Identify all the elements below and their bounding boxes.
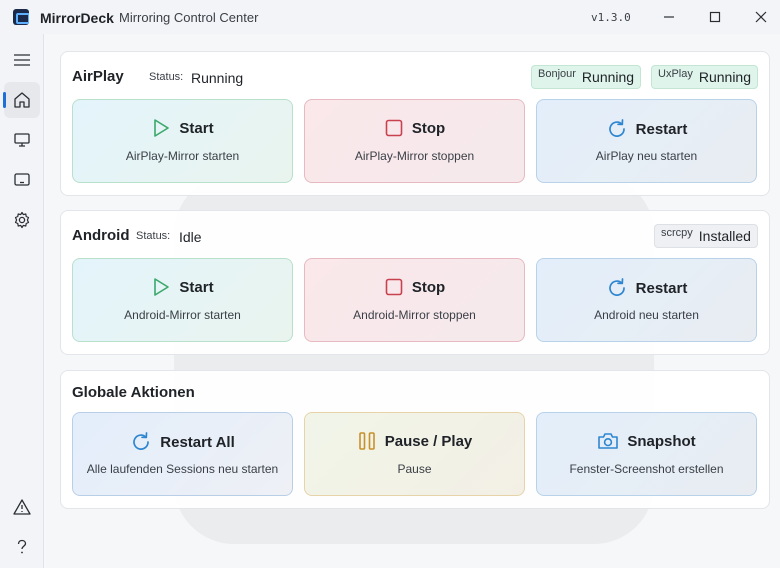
tablet-icon (14, 173, 30, 186)
play-icon (154, 278, 170, 296)
warning-icon (13, 499, 31, 515)
sidebar-menu-toggle[interactable] (4, 42, 40, 78)
help-icon (17, 539, 27, 554)
snapshot-button[interactable]: Snapshot Fenster-Screenshot erstellen (536, 412, 757, 496)
app-name: MirrorDeck (40, 10, 114, 26)
badge-name: UxPlay (658, 68, 693, 80)
action-label: Pause / Play (384, 432, 473, 450)
stop-icon (385, 119, 403, 137)
action-description: Android neu starten (594, 308, 699, 322)
airplay-start-button[interactable]: Start AirPlay-Mirror starten (72, 99, 293, 183)
close-button[interactable] (746, 4, 776, 30)
maximize-icon (709, 11, 721, 23)
badge-name: Bonjour (538, 68, 576, 80)
action-label: Snapshot (627, 432, 696, 450)
maximize-button[interactable] (700, 4, 730, 30)
pause-icon (358, 432, 375, 450)
minimize-button[interactable] (654, 4, 684, 30)
bonjour-status-badge: Bonjour Running (531, 65, 642, 89)
uxplay-status-badge: UxPlay Running (651, 65, 758, 89)
sidebar-item-android[interactable] (4, 162, 40, 198)
action-description: AirPlay-Mirror starten (125, 149, 240, 163)
android-status-label: Status: (136, 230, 171, 242)
title-bar: MirrorDeck Mirroring Control Center v1.3… (0, 0, 780, 34)
airplay-stop-button[interactable]: Stop AirPlay-Mirror stoppen (304, 99, 525, 183)
android-start-button[interactable]: Start Android-Mirror starten (72, 258, 293, 342)
action-description: AirPlay-Mirror stoppen (354, 149, 475, 163)
stop-icon (385, 278, 403, 296)
sidebar-item-home[interactable] (3, 82, 40, 118)
airplay-restart-button[interactable]: Restart AirPlay neu starten (536, 99, 757, 183)
android-panel: Android Status: Idle scrcpy Installed St… (60, 210, 770, 355)
action-label: Stop (411, 119, 446, 137)
action-description: Android-Mirror stoppen (353, 308, 476, 322)
action-label: Restart (635, 120, 688, 138)
badge-name: scrcpy (661, 227, 693, 239)
restart-icon (133, 432, 150, 450)
action-description: Android-Mirror starten (124, 308, 241, 322)
minimize-icon (664, 16, 674, 18)
action-label: Start (179, 278, 214, 296)
main-content: AirPlay Status: Running Bonjour Running … (44, 34, 780, 568)
action-label: Restart All (160, 433, 235, 451)
badge-value: Installed (698, 228, 751, 244)
play-icon (154, 119, 170, 137)
android-status-value: Idle (179, 229, 202, 245)
gear-icon (14, 211, 30, 229)
sidebar (0, 34, 44, 568)
airplay-status-label: Status: (149, 71, 184, 83)
pause-play-button[interactable]: Pause / Play Pause (304, 412, 525, 496)
badge-value: Running (698, 69, 751, 85)
restart-icon (608, 278, 625, 296)
airplay-title: AirPlay (72, 68, 124, 85)
app-logo-icon (13, 9, 29, 25)
monitor-icon (14, 133, 30, 147)
global-actions-title: Globale Aktionen (72, 384, 195, 401)
airplay-panel: AirPlay Status: Running Bonjour Running … (60, 51, 770, 196)
global-actions-panel: Globale Aktionen Restart All Alle laufen… (60, 370, 770, 509)
action-label: Start (179, 119, 214, 137)
android-restart-button[interactable]: Restart Android neu starten (536, 258, 757, 342)
action-description: Pause (397, 462, 432, 476)
close-icon (755, 11, 767, 23)
action-description: Alle laufenden Sessions neu starten (86, 462, 279, 476)
camera-icon (598, 433, 619, 449)
sidebar-item-warnings[interactable] (4, 489, 40, 525)
home-icon (14, 92, 30, 108)
action-label: Restart (635, 279, 688, 297)
airplay-status-value: Running (191, 70, 244, 86)
sidebar-item-airplay[interactable] (4, 122, 40, 158)
app-version: v1.3.0 (591, 11, 631, 24)
action-description: Fenster-Screenshot erstellen (569, 462, 724, 476)
android-stop-button[interactable]: Stop Android-Mirror stoppen (304, 258, 525, 342)
android-title: Android (72, 227, 130, 244)
sidebar-item-help[interactable] (4, 529, 40, 565)
sidebar-item-settings[interactable] (4, 202, 40, 238)
restart-icon (608, 119, 625, 137)
app-subtitle: Mirroring Control Center (119, 10, 259, 25)
scrcpy-status-badge: scrcpy Installed (654, 224, 758, 248)
menu-icon (14, 54, 30, 66)
action-label: Stop (411, 278, 446, 296)
badge-value: Running (581, 69, 635, 85)
action-description: AirPlay neu starten (595, 149, 698, 163)
restart-all-button[interactable]: Restart All Alle laufenden Sessions neu … (72, 412, 293, 496)
